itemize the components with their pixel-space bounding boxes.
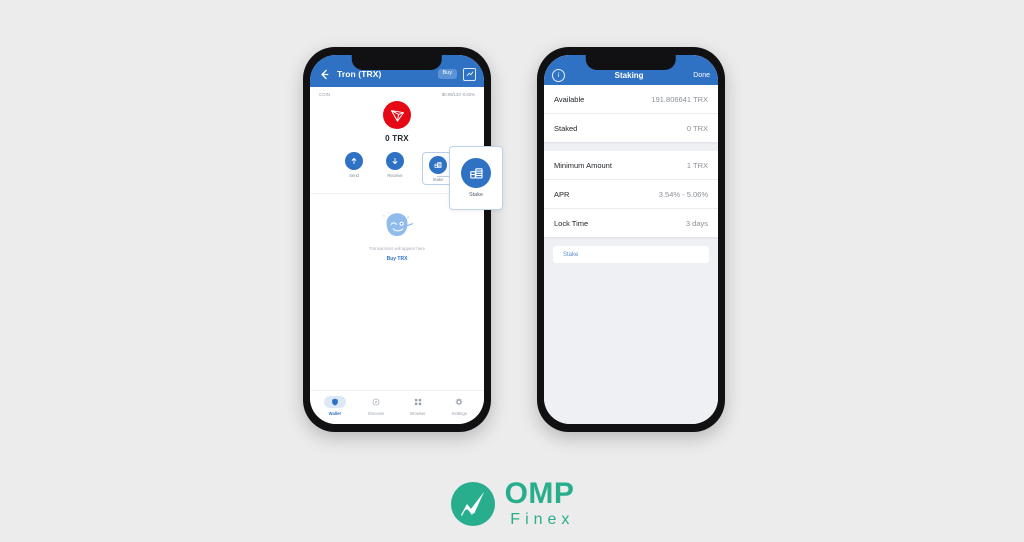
apr-row: APR 3.54% - 5.06%: [544, 179, 718, 208]
notch: [585, 55, 677, 70]
chart-icon[interactable]: [463, 67, 476, 81]
coin-hero: 0 TRX: [310, 99, 484, 143]
buy-button[interactable]: Buy: [437, 68, 457, 80]
right-phone-device: i Staking Done Available 191.806641 TRX …: [537, 47, 725, 432]
left-phone-screen: Tron (TRX) Buy COIN $0.06/133 -0.02% 0 T…: [310, 55, 484, 424]
staked-label: Staked: [554, 123, 578, 133]
coin-stack-icon: [429, 156, 447, 174]
gear-icon: [448, 396, 470, 408]
tab-settings-label: Settings: [451, 410, 467, 416]
stake-action-label: Stake: [432, 177, 444, 182]
tab-discover[interactable]: Discover: [359, 396, 393, 416]
receive-action[interactable]: Receive: [381, 152, 409, 178]
tab-browser[interactable]: Browser: [401, 396, 435, 416]
shield-icon: [323, 395, 346, 408]
tab-discover-label: Discover: [368, 410, 385, 416]
stake-callout-label: Stake: [468, 192, 484, 198]
compass-icon: [365, 396, 387, 408]
send-action-label: Send: [349, 173, 359, 178]
tron-icon: [383, 101, 411, 129]
tab-settings[interactable]: Settings: [442, 396, 476, 416]
info-icon[interactable]: i: [552, 69, 565, 82]
empty-state-message: Transactions will appear here: [369, 246, 425, 251]
brand-name-secondary: Finex: [510, 511, 575, 528]
stake-button[interactable]: Stake: [553, 246, 709, 263]
terms-card: Minimum Amount 1 TRX APR 3.54% - 5.06% L…: [544, 151, 718, 237]
notch: [351, 55, 443, 70]
page-title: Tron (TRX): [337, 69, 382, 79]
done-button[interactable]: Done: [693, 72, 710, 79]
minimum-amount-value: 1 TRX: [686, 160, 708, 170]
grid-icon: [407, 396, 429, 408]
lock-time-row: Lock Time 3 days: [544, 208, 718, 237]
minimum-amount-label: Minimum Amount: [554, 160, 612, 170]
apr-label: APR: [554, 189, 570, 199]
omp-logo-mark-icon: [450, 481, 496, 527]
buy-trx-link[interactable]: Buy TRX: [387, 256, 408, 262]
send-action[interactable]: Send: [340, 152, 368, 178]
coin-meta-row: COIN $0.06/133 -0.02%: [310, 87, 484, 99]
header-actions: Buy: [437, 67, 476, 81]
staking-screen: i Staking Done Available 191.806641 TRX …: [544, 55, 718, 424]
coin-stack-icon: [461, 158, 491, 188]
upload-arrow-icon: [345, 152, 363, 170]
stake-button-wrap: Stake: [544, 246, 718, 263]
available-value: 191.806641 TRX: [651, 94, 708, 104]
coin-balance: 0 TRX: [385, 134, 409, 143]
back-arrow-icon[interactable]: [318, 68, 331, 81]
minimum-amount-row: Minimum Amount 1 TRX: [544, 151, 718, 179]
tab-wallet[interactable]: Wallet: [318, 395, 352, 416]
staked-row: Staked 0 TRX: [544, 113, 718, 142]
lock-time-label: Lock Time: [554, 218, 589, 228]
left-phone-device: Tron (TRX) Buy COIN $0.06/133 -0.02% 0 T…: [303, 47, 491, 432]
bottom-tab-bar: Wallet Discover Browser Settings: [310, 390, 484, 424]
available-label: Available: [554, 94, 585, 104]
brand-name-primary: OMP: [504, 477, 575, 510]
coin-label: COIN: [319, 92, 330, 97]
tab-browser-label: Browser: [410, 410, 426, 416]
available-row: Available 191.806641 TRX: [544, 85, 718, 113]
coin-price: $0.06/133 -0.02%: [441, 92, 475, 97]
staked-value: 0 TRX: [686, 123, 708, 133]
lock-time-value: 3 days: [685, 218, 708, 228]
receive-action-label: Receive: [387, 173, 403, 178]
stake-callout: Stake: [449, 146, 503, 210]
download-arrow-icon: [386, 152, 404, 170]
apr-value: 3.54% - 5.06%: [658, 189, 708, 199]
right-phone-screen: i Staking Done Available 191.806641 TRX …: [544, 55, 718, 424]
balance-card: Available 191.806641 TRX Staked 0 TRX: [544, 85, 718, 142]
staking-title: Staking: [614, 71, 644, 80]
brand-footer: OMP Finex: [0, 479, 1024, 528]
tab-wallet-label: Wallet: [328, 410, 341, 416]
blob-mascot-icon: [377, 210, 417, 240]
brand-wordmark: OMP Finex: [505, 479, 575, 528]
